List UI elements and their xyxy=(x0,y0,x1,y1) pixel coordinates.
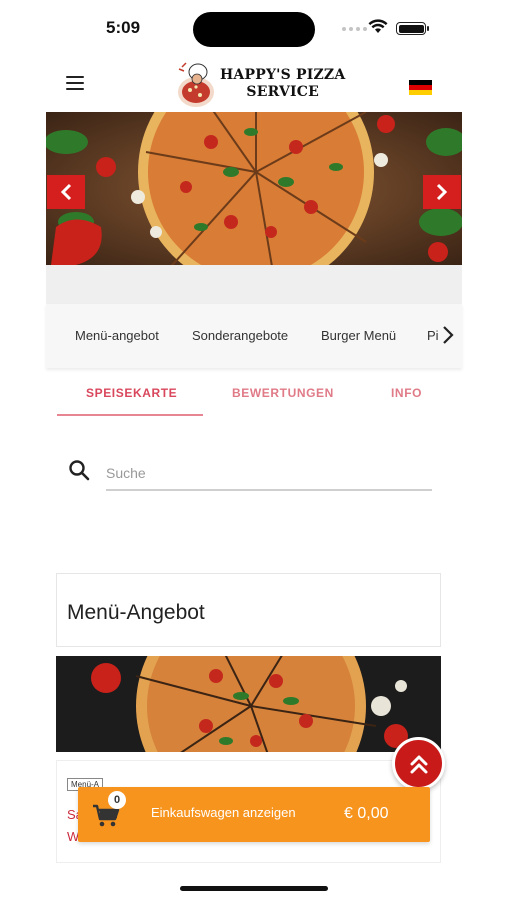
status-time: 5:09 xyxy=(106,18,141,37)
tab-bar: SPEISEKARTE BEWERTUNGEN INFO xyxy=(46,368,462,418)
status-bar: 5:09 xyxy=(0,0,507,56)
view-cart-button[interactable]: 0 Einkaufswagen anzeigen € 0,00 xyxy=(78,787,430,842)
tab-info[interactable]: INFO xyxy=(391,386,422,400)
cart-total: € 0,00 xyxy=(344,805,389,822)
dynamic-island xyxy=(193,12,315,47)
search-bar xyxy=(68,455,432,495)
logo-text: HAPPY'S PIZZA SERVICE xyxy=(220,67,345,101)
home-indicator[interactable] xyxy=(180,886,328,891)
logo-line-1: HAPPY'S PIZZA xyxy=(220,67,346,83)
menu-section-card: Menü-Angebot xyxy=(56,573,441,647)
category-bar[interactable]: Menü-angebot Sonderangebote Burger Menü … xyxy=(46,304,462,368)
category-menu-angebot[interactable]: Menü-angebot xyxy=(75,328,159,343)
cart-count-badge: 0 xyxy=(108,791,126,809)
category-pizza[interactable]: Pi xyxy=(427,328,439,343)
flag-icon[interactable] xyxy=(409,80,432,95)
app-header: HAPPY'S PIZZA SERVICE xyxy=(46,56,462,112)
signal-icon xyxy=(342,27,367,31)
search-input[interactable] xyxy=(106,457,432,491)
cart-label: Einkaufswagen anzeigen xyxy=(151,805,296,820)
double-chevron-up-icon xyxy=(410,755,427,773)
pizza-hero-image xyxy=(46,112,462,265)
logo-line-2: SERVICE xyxy=(246,84,319,100)
hero-band xyxy=(46,265,462,304)
battery-icon xyxy=(396,22,429,35)
hero-slider[interactable] xyxy=(46,112,462,265)
chevron-right-icon[interactable] xyxy=(441,324,455,346)
tab-bewertungen[interactable]: BEWERTUNGEN xyxy=(232,386,334,400)
search-icon xyxy=(69,460,90,481)
chef-logo-icon xyxy=(178,62,214,107)
pizza-image xyxy=(56,656,441,752)
logo[interactable]: HAPPY'S PIZZA SERVICE xyxy=(176,56,345,112)
chevron-left-icon xyxy=(60,183,72,201)
category-sonderangebote[interactable]: Sonderangebote xyxy=(192,328,288,343)
scroll-to-top-button[interactable] xyxy=(392,737,445,790)
tab-speisekarte[interactable]: SPEISEKARTE xyxy=(86,386,177,400)
wifi-icon xyxy=(368,19,388,33)
menu-section-image xyxy=(56,656,441,752)
active-tab-indicator xyxy=(57,414,203,416)
category-burger-menu[interactable]: Burger Menü xyxy=(321,328,396,343)
slider-prev-button[interactable] xyxy=(47,175,85,209)
section-title: Menü-Angebot xyxy=(67,601,205,624)
slider-next-button[interactable] xyxy=(423,175,461,209)
chevron-right-icon xyxy=(436,183,448,201)
menu-icon[interactable] xyxy=(66,76,84,90)
